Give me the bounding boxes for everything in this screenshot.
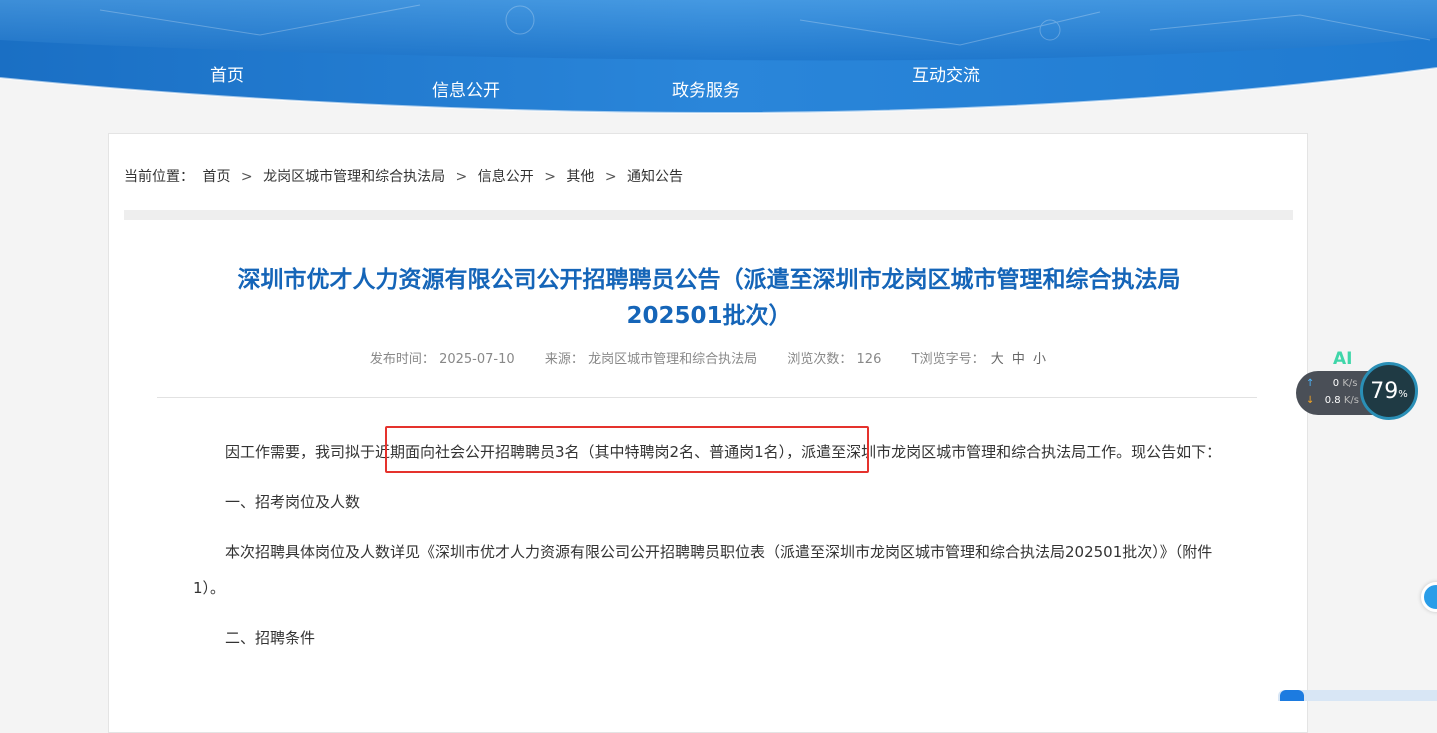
breadcrumb-other[interactable]: 其他 <box>566 169 594 185</box>
nav-item-info-disclosure[interactable]: 信息公开 <box>432 76 500 101</box>
views-label: 浏览次数： <box>787 352 853 367</box>
breadcrumb-separator: > <box>455 169 468 185</box>
chat-float-icon[interactable] <box>1421 582 1437 612</box>
source-value: 龙岗区城市管理和综合执法局 <box>588 352 758 367</box>
article-title: 深圳市优才人力资源有限公司公开招聘聘员公告（派遣至深圳市龙岗区城市管理和综合执法… <box>169 262 1249 334</box>
article-title-line2: 202501批次） <box>626 303 792 329</box>
article-meta: 发布时间： 2025-07-10 来源： 龙岗区城市管理和综合执法局 浏览次数：… <box>169 348 1249 367</box>
article-title-line1: 深圳市优才人力资源有限公司公开招聘聘员公告（派遣至深圳市龙岗区城市管理和综合执法… <box>237 267 1181 293</box>
meta-divider <box>157 397 1257 398</box>
article-section-heading: 二、招聘条件 <box>225 629 316 647</box>
nav-item-home[interactable]: 首页 <box>210 61 244 86</box>
upload-arrow-icon: ↑ <box>1306 378 1315 389</box>
memory-percent: 79 <box>1370 378 1399 404</box>
font-size-large-button[interactable]: 大 <box>991 352 1004 367</box>
bottom-toolbar[interactable] <box>1278 690 1437 701</box>
article-section-heading: 一、招考岗位及人数 <box>225 493 361 511</box>
breadcrumb-notices[interactable]: 通知公告 <box>627 169 683 185</box>
breadcrumb-separator: > <box>544 169 556 185</box>
source-label: 来源： <box>544 352 584 367</box>
breadcrumb-separator: > <box>604 169 617 185</box>
download-speed: ↓ 0.8 K/s <box>1306 395 1359 406</box>
breadcrumb-divider-bar <box>124 210 1293 220</box>
nav-item-gov-services[interactable]: 政务服务 <box>672 76 740 101</box>
nav-item-interaction[interactable]: 互动交流 <box>912 61 980 86</box>
publish-label: 发布时间： <box>369 352 435 367</box>
breadcrumb-prefix: 当前位置： <box>124 169 194 185</box>
font-size-small-button[interactable]: 小 <box>1033 352 1046 367</box>
views-count: 126 <box>856 352 882 367</box>
breadcrumb-separator: > <box>240 169 253 185</box>
breadcrumb-home[interactable]: 首页 <box>202 169 230 185</box>
article-paragraph: 因工作需要，我司拟于近期面向社会公开招聘聘员3名（其中特聘岗2名、普通岗1名），… <box>225 443 1222 461</box>
percent-sign: % <box>1398 388 1408 400</box>
download-arrow-icon: ↓ <box>1306 395 1315 406</box>
header-banner: 首页 信息公开 政务服务 互动交流 <box>0 0 1437 115</box>
article-body: 因工作需要，我司拟于近期面向社会公开招聘聘员3名（其中特聘岗2名、普通岗1名），… <box>193 434 1223 656</box>
font-size-label: T浏览字号： <box>911 352 985 367</box>
network-speed-widget[interactable]: ↑ 0 K/s ↓ 0.8 K/s 79% <box>1296 362 1418 422</box>
memory-usage-circle[interactable]: 79% <box>1360 362 1418 420</box>
toolbar-logo-icon[interactable] <box>1280 690 1304 701</box>
breadcrumb-bureau[interactable]: 龙岗区城市管理和综合执法局 <box>263 169 445 185</box>
upload-speed: ↑ 0 K/s <box>1306 378 1358 389</box>
article-paragraph: 本次招聘具体岗位及人数详见《深圳市优才人力资源有限公司公开招聘聘员职位表（派遣至… <box>193 543 1213 597</box>
breadcrumb-info[interactable]: 信息公开 <box>478 169 534 185</box>
publish-date: 2025-07-10 <box>439 352 515 367</box>
font-size-medium-button[interactable]: 中 <box>1012 352 1025 367</box>
content-panel: 当前位置： 首页 > 龙岗区城市管理和综合执法局 > 信息公开 > 其他 > 通… <box>108 133 1308 733</box>
breadcrumb: 当前位置： 首页 > 龙岗区城市管理和综合执法局 > 信息公开 > 其他 > 通… <box>124 166 683 186</box>
